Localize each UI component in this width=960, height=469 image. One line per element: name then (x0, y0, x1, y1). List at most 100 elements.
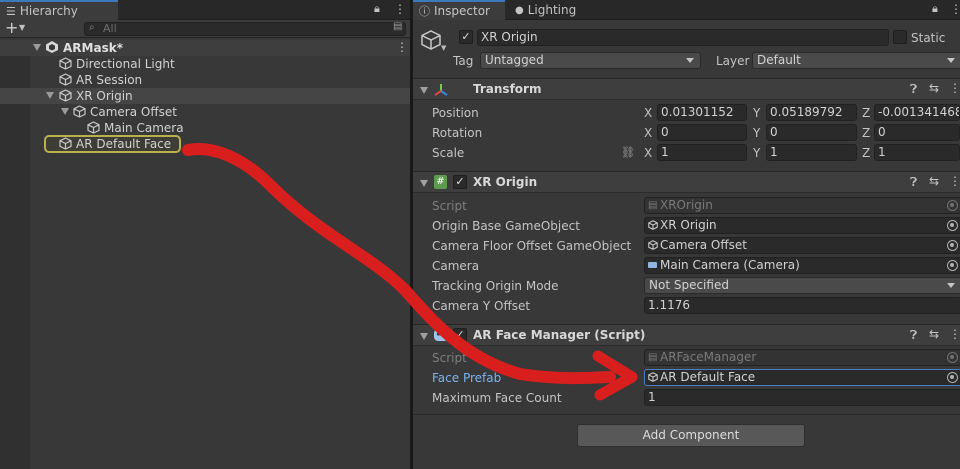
constrain-proportions-icon[interactable]: ⛓︎ (621, 146, 635, 159)
gameobject-cube-icon (87, 121, 100, 134)
object-picker-icon (947, 200, 958, 211)
transform-header[interactable]: Transform ❓︎ ⇆ ⋮ (413, 78, 960, 100)
list-icon: ☰ (6, 4, 16, 18)
component-enabled-checkbox[interactable]: ✓ (453, 175, 467, 189)
ar-face-manager-header[interactable]: ✓ AR Face Manager (Script) ❓︎ ⇆ ⋮ (413, 324, 960, 346)
script-field: ▤ ARFaceManager (644, 349, 960, 366)
object-picker-icon[interactable] (947, 240, 958, 251)
rotation-label: Rotation (432, 126, 483, 140)
scene-row[interactable]: ARMask* ⋮ (0, 40, 410, 56)
info-icon: ⓘ (419, 5, 430, 18)
script-label: Script (432, 199, 467, 213)
more-menu-icon[interactable]: ⋮ (396, 40, 408, 54)
camera-floor-offset-label: Camera Floor Offset GameObject (432, 239, 632, 253)
object-picker-icon[interactable] (947, 220, 958, 231)
scale-z-field[interactable]: 1 (874, 144, 960, 161)
hierarchy-item-directional-light[interactable]: Directional Light (0, 56, 410, 72)
rotation-z-field[interactable]: 0 (874, 124, 960, 141)
tab-lighting[interactable]: ● Lighting (509, 0, 589, 20)
component-enabled-checkbox[interactable]: ✓ (453, 328, 467, 342)
tab-inspector[interactable]: ⓘ Inspector (413, 0, 505, 20)
origin-base-field[interactable]: XR Origin (644, 217, 960, 234)
more-menu-icon[interactable]: ⋮ (949, 174, 960, 188)
more-menu-icon[interactable]: ⋮ (949, 327, 960, 341)
script-file-icon: ▤ (648, 352, 658, 363)
position-x-field[interactable]: 0.01301152 (657, 104, 747, 121)
gameobject-cube-icon (59, 89, 72, 102)
chevron-down-icon[interactable] (420, 87, 428, 94)
axis-label-z: Z (862, 146, 871, 160)
object-picker-icon[interactable] (947, 260, 958, 271)
xr-origin-header[interactable]: # ✓ XR Origin ❓︎ ⇆ ⋮ (413, 171, 960, 193)
chevron-down-icon[interactable] (420, 333, 428, 340)
hierarchy-item-main-camera[interactable]: Main Camera (0, 120, 410, 136)
axis-label-y: Y (753, 106, 761, 120)
chevron-down-icon[interactable] (46, 92, 54, 99)
hierarchy-item-xr-origin[interactable]: XR Origin (0, 88, 410, 104)
camera-icon (648, 262, 657, 268)
camera-label: Camera (432, 259, 480, 273)
camera-field[interactable]: Main Camera (Camera) (644, 257, 960, 274)
camera-floor-offset-field[interactable]: Camera Offset (644, 237, 960, 254)
help-icon[interactable]: ❓︎ (910, 175, 917, 190)
scale-x-field[interactable]: 1 (657, 144, 747, 161)
script-hash-icon: # (434, 175, 447, 189)
scale-y-field[interactable]: 1 (766, 144, 857, 161)
lock-icon[interactable]: 🔒︎ (374, 2, 380, 16)
axis-label-z: Z (862, 126, 871, 140)
maximum-face-count-field[interactable]: 1 (644, 389, 960, 406)
more-menu-icon[interactable]: ⋮ (949, 81, 960, 95)
search-input[interactable]: ⌕ All ▤ (84, 21, 406, 36)
chevron-down-icon[interactable]: ▼ (19, 23, 25, 32)
hierarchy-item-ar-session[interactable]: AR Session (0, 72, 410, 88)
position-z-field[interactable]: -0.001341468 (874, 104, 960, 121)
face-prefab-field[interactable]: AR Default Face (644, 369, 960, 386)
hierarchy-item-ar-default-face[interactable]: AR Default Face (0, 135, 410, 153)
search-icon: ⌕ (89, 22, 95, 33)
inspector-panel: ⓘ Inspector ● Lighting 🔒︎ ⋮ ▼ ✓ XR Origi… (413, 0, 960, 469)
rotation-x-field[interactable]: 0 (657, 124, 747, 141)
face-manager-icon (433, 328, 449, 342)
search-filter-icon[interactable]: ▤ (393, 21, 402, 32)
static-label: Static (911, 31, 946, 45)
tracking-origin-mode-dropdown[interactable]: Not Specified (644, 277, 960, 294)
axis-label-x: X (644, 146, 653, 160)
more-menu-icon[interactable]: ⋮ (394, 2, 406, 16)
tab-hierarchy[interactable]: ☰ Hierarchy (0, 0, 118, 20)
camera-y-offset-field[interactable]: 1.1176 (644, 297, 960, 314)
static-checkbox[interactable] (893, 30, 907, 44)
origin-base-label: Origin Base GameObject (432, 219, 580, 233)
help-icon[interactable]: ❓︎ (910, 82, 917, 97)
more-menu-icon[interactable]: ⋮ (950, 2, 960, 16)
chevron-down-icon[interactable] (420, 180, 428, 187)
rotation-y-field[interactable]: 0 (766, 124, 857, 141)
face-prefab-label: Face Prefab (432, 371, 502, 385)
position-y-field[interactable]: 0.05189792 (766, 104, 857, 121)
object-name-field[interactable]: XR Origin (477, 29, 889, 46)
gameobject-cube-icon (59, 73, 72, 86)
tag-dropdown[interactable]: Untagged (480, 52, 701, 69)
chevron-down-icon[interactable] (61, 108, 69, 115)
chevron-down-icon[interactable]: ▼ (441, 44, 446, 52)
hierarchy-item-camera-offset[interactable]: Camera Offset (0, 104, 410, 120)
chevron-down-icon[interactable] (33, 44, 41, 51)
presets-icon[interactable]: ⇆ (929, 174, 939, 188)
axis-label-y: Y (753, 146, 761, 160)
axis-label-z: Z (862, 106, 871, 120)
presets-icon[interactable]: ⇆ (929, 81, 939, 95)
chevron-down-icon (947, 283, 955, 288)
active-checkbox[interactable]: ✓ (459, 30, 473, 44)
script-field: ▤ XROrigin (644, 197, 960, 214)
axis-label-x: X (644, 126, 653, 140)
object-picker-icon[interactable] (947, 372, 958, 383)
lock-icon[interactable]: 🔒︎ (932, 2, 938, 16)
lightbulb-icon: ● (515, 4, 524, 16)
help-icon[interactable]: ❓︎ (910, 328, 917, 343)
layer-label: Layer (716, 54, 750, 68)
add-icon[interactable]: + (5, 18, 18, 37)
axis-label-y: Y (753, 126, 761, 140)
presets-icon[interactable]: ⇆ (929, 327, 939, 341)
add-component-button[interactable]: Add Component (577, 424, 805, 447)
axis-label-x: X (644, 106, 653, 120)
layer-dropdown[interactable]: Default (752, 52, 960, 69)
